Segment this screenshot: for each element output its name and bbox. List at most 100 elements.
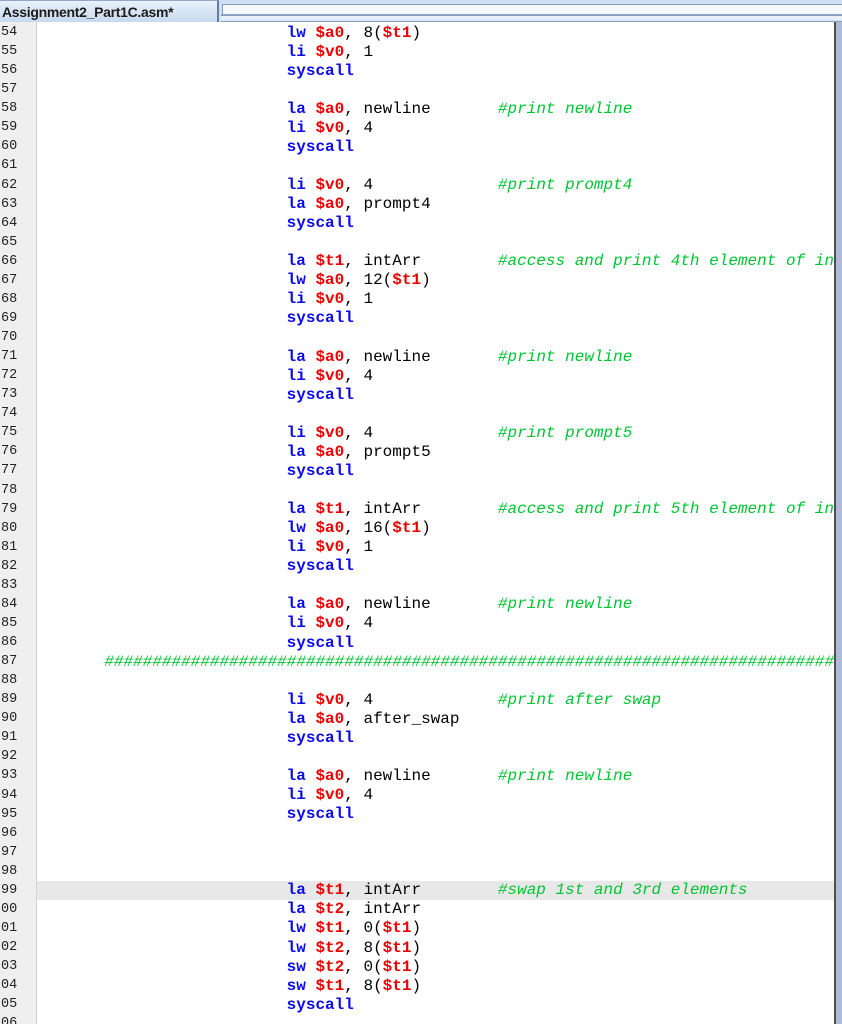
line-number: 88 xyxy=(1,673,18,689)
line-number: 00 xyxy=(1,901,18,917)
code-line[interactable]: 05 syscall xyxy=(0,995,835,1014)
code-line-text: la $t1, intArr #swap 1st and 3rd element… xyxy=(37,880,835,900)
line-number: 60 xyxy=(1,139,18,155)
code-line[interactable]: 94 li $v0, 4 xyxy=(0,786,835,805)
code-line[interactable]: 03 sw $t2, 0($t1) xyxy=(0,957,835,976)
code-line[interactable]: 62 li $v0, 4 #print prompt4 xyxy=(0,176,835,195)
panel-edge-strip[interactable] xyxy=(836,22,842,1024)
code-line[interactable]: 85 li $v0, 4 xyxy=(0,614,835,633)
code-line[interactable]: 59 li $v0, 4 xyxy=(0,118,835,137)
editor-tab-bar: Assignment2_Part1C.asm* xyxy=(0,0,842,22)
code-line[interactable]: 04 sw $t1, 8($t1) xyxy=(0,976,835,995)
line-number: 95 xyxy=(1,806,18,822)
code-line[interactable]: 96 xyxy=(0,824,835,843)
line-number: 78 xyxy=(1,482,18,498)
code-line[interactable]: 63 la $a0, prompt4 xyxy=(0,195,835,214)
line-number: 72 xyxy=(1,368,18,384)
code-line[interactable]: 73 syscall xyxy=(0,385,835,404)
code-line[interactable]: 71 la $a0, newline #print newline xyxy=(0,347,835,366)
code-line[interactable]: 95 syscall xyxy=(0,805,835,824)
code-line[interactable]: 69 syscall xyxy=(0,309,835,328)
code-line[interactable]: 99 la $t1, intArr #swap 1st and 3rd elem… xyxy=(0,880,835,900)
code-line[interactable]: 06 xyxy=(0,1014,835,1024)
line-number: 02 xyxy=(1,940,18,956)
code-line[interactable]: 67 lw $a0, 12($t1) xyxy=(0,271,835,290)
code-line[interactable]: 77 syscall xyxy=(0,461,835,480)
code-line[interactable]: 97 xyxy=(0,843,835,862)
code-line[interactable]: 58 la $a0, newline #print newline xyxy=(0,99,835,118)
code-line[interactable]: 89 li $v0, 4 #print after swap xyxy=(0,690,835,709)
code-line-text: li $v0, 4 #print prompt5 xyxy=(286,423,633,442)
line-number: 98 xyxy=(1,863,18,879)
line-number: 82 xyxy=(1,558,18,574)
code-line[interactable]: 81 li $v0, 1 xyxy=(0,538,835,557)
code-line[interactable]: 78 xyxy=(0,481,835,500)
code-line[interactable]: 61 xyxy=(0,156,835,175)
code-lines-container: 54 lw $a0, 8($t1) 55 li $v0, 1 56 syscall 5… xyxy=(0,23,835,1024)
code-line-text: la $a0, prompt5 xyxy=(286,442,431,461)
line-number: 68 xyxy=(1,291,18,307)
code-line[interactable]: 86 syscall xyxy=(0,633,835,652)
line-number: 84 xyxy=(1,596,18,612)
code-line[interactable]: 00 la $t2, intArr xyxy=(0,900,835,919)
line-number: 59 xyxy=(1,120,18,136)
code-line[interactable]: 56 syscall xyxy=(0,61,835,80)
code-line[interactable]: 55 li $v0, 1 xyxy=(0,42,835,61)
code-line[interactable]: 88 xyxy=(0,671,835,690)
code-line[interactable]: 76 la $a0, prompt5 xyxy=(0,442,835,461)
tab-bar-inner-edge xyxy=(222,4,842,14)
code-line[interactable]: 92 xyxy=(0,747,835,766)
code-line-text: la $a0, newline #print newline xyxy=(286,766,633,785)
code-line[interactable]: 91 syscall xyxy=(0,728,835,747)
code-line-text: lw $a0, 12($t1) xyxy=(286,271,431,290)
line-number: 85 xyxy=(1,615,18,631)
code-line[interactable]: 87 #####################################… xyxy=(0,652,835,671)
code-line[interactable]: 90 la $a0, after_swap xyxy=(0,709,835,728)
code-line-text: la $a0, prompt4 xyxy=(286,195,431,214)
code-line-text: sw $t2, 0($t1) xyxy=(286,957,422,976)
code-line[interactable]: 01 lw $t1, 0($t1) xyxy=(0,919,835,938)
code-line[interactable]: 66 la $t1, intArr #access and print 4th … xyxy=(0,252,835,271)
code-line-text: syscall xyxy=(286,309,354,328)
code-line[interactable]: 57 xyxy=(0,80,835,99)
code-line[interactable]: 64 syscall xyxy=(0,214,835,233)
line-number: 97 xyxy=(1,844,18,860)
code-line-text: syscall xyxy=(286,995,354,1014)
code-line[interactable]: 02 lw $t2, 8($t1) xyxy=(0,938,835,957)
code-line[interactable]: 93 la $a0, newline #print newline xyxy=(0,766,835,785)
line-number: 57 xyxy=(1,82,18,98)
line-number: 62 xyxy=(1,177,18,193)
line-number: 64 xyxy=(1,215,18,231)
code-line[interactable]: 84 la $a0, newline #print newline xyxy=(0,595,835,614)
line-number: 58 xyxy=(1,101,18,117)
code-line[interactable]: 70 xyxy=(0,328,835,347)
line-number: 06 xyxy=(1,1016,18,1024)
code-line[interactable]: 82 syscall xyxy=(0,557,835,576)
code-line-text: lw $t2, 8($t1) xyxy=(286,938,422,957)
code-line[interactable]: 83 xyxy=(0,576,835,595)
code-line[interactable]: 65 xyxy=(0,233,835,252)
code-line-text: li $v0, 4 #print after swap xyxy=(286,690,662,709)
line-number: 65 xyxy=(1,234,18,250)
line-number: 79 xyxy=(1,501,18,517)
code-editor[interactable]: 54 lw $a0, 8($t1) 55 li $v0, 1 56 syscall 5… xyxy=(0,22,842,1024)
code-line[interactable]: 75 li $v0, 4 #print prompt5 xyxy=(0,423,835,442)
line-number: 74 xyxy=(1,406,18,422)
code-line[interactable]: 74 xyxy=(0,404,835,423)
code-line[interactable]: 79 la $t1, intArr #access and print 5th … xyxy=(0,500,835,519)
code-line-text: syscall xyxy=(286,557,354,576)
code-line[interactable]: 80 lw $a0, 16($t1) xyxy=(0,519,835,538)
code-line[interactable]: 60 syscall xyxy=(0,137,835,156)
line-number: 71 xyxy=(1,349,18,365)
line-number: 87 xyxy=(1,654,18,670)
code-line[interactable]: 98 xyxy=(0,862,835,881)
code-line[interactable]: 72 li $v0, 4 xyxy=(0,366,835,385)
code-line[interactable]: 68 li $v0, 1 xyxy=(0,290,835,309)
code-line[interactable]: 54 lw $a0, 8($t1) xyxy=(0,23,835,42)
tab-assignment2-part1c-asm[interactable]: Assignment2_Part1C.asm* xyxy=(0,0,219,22)
